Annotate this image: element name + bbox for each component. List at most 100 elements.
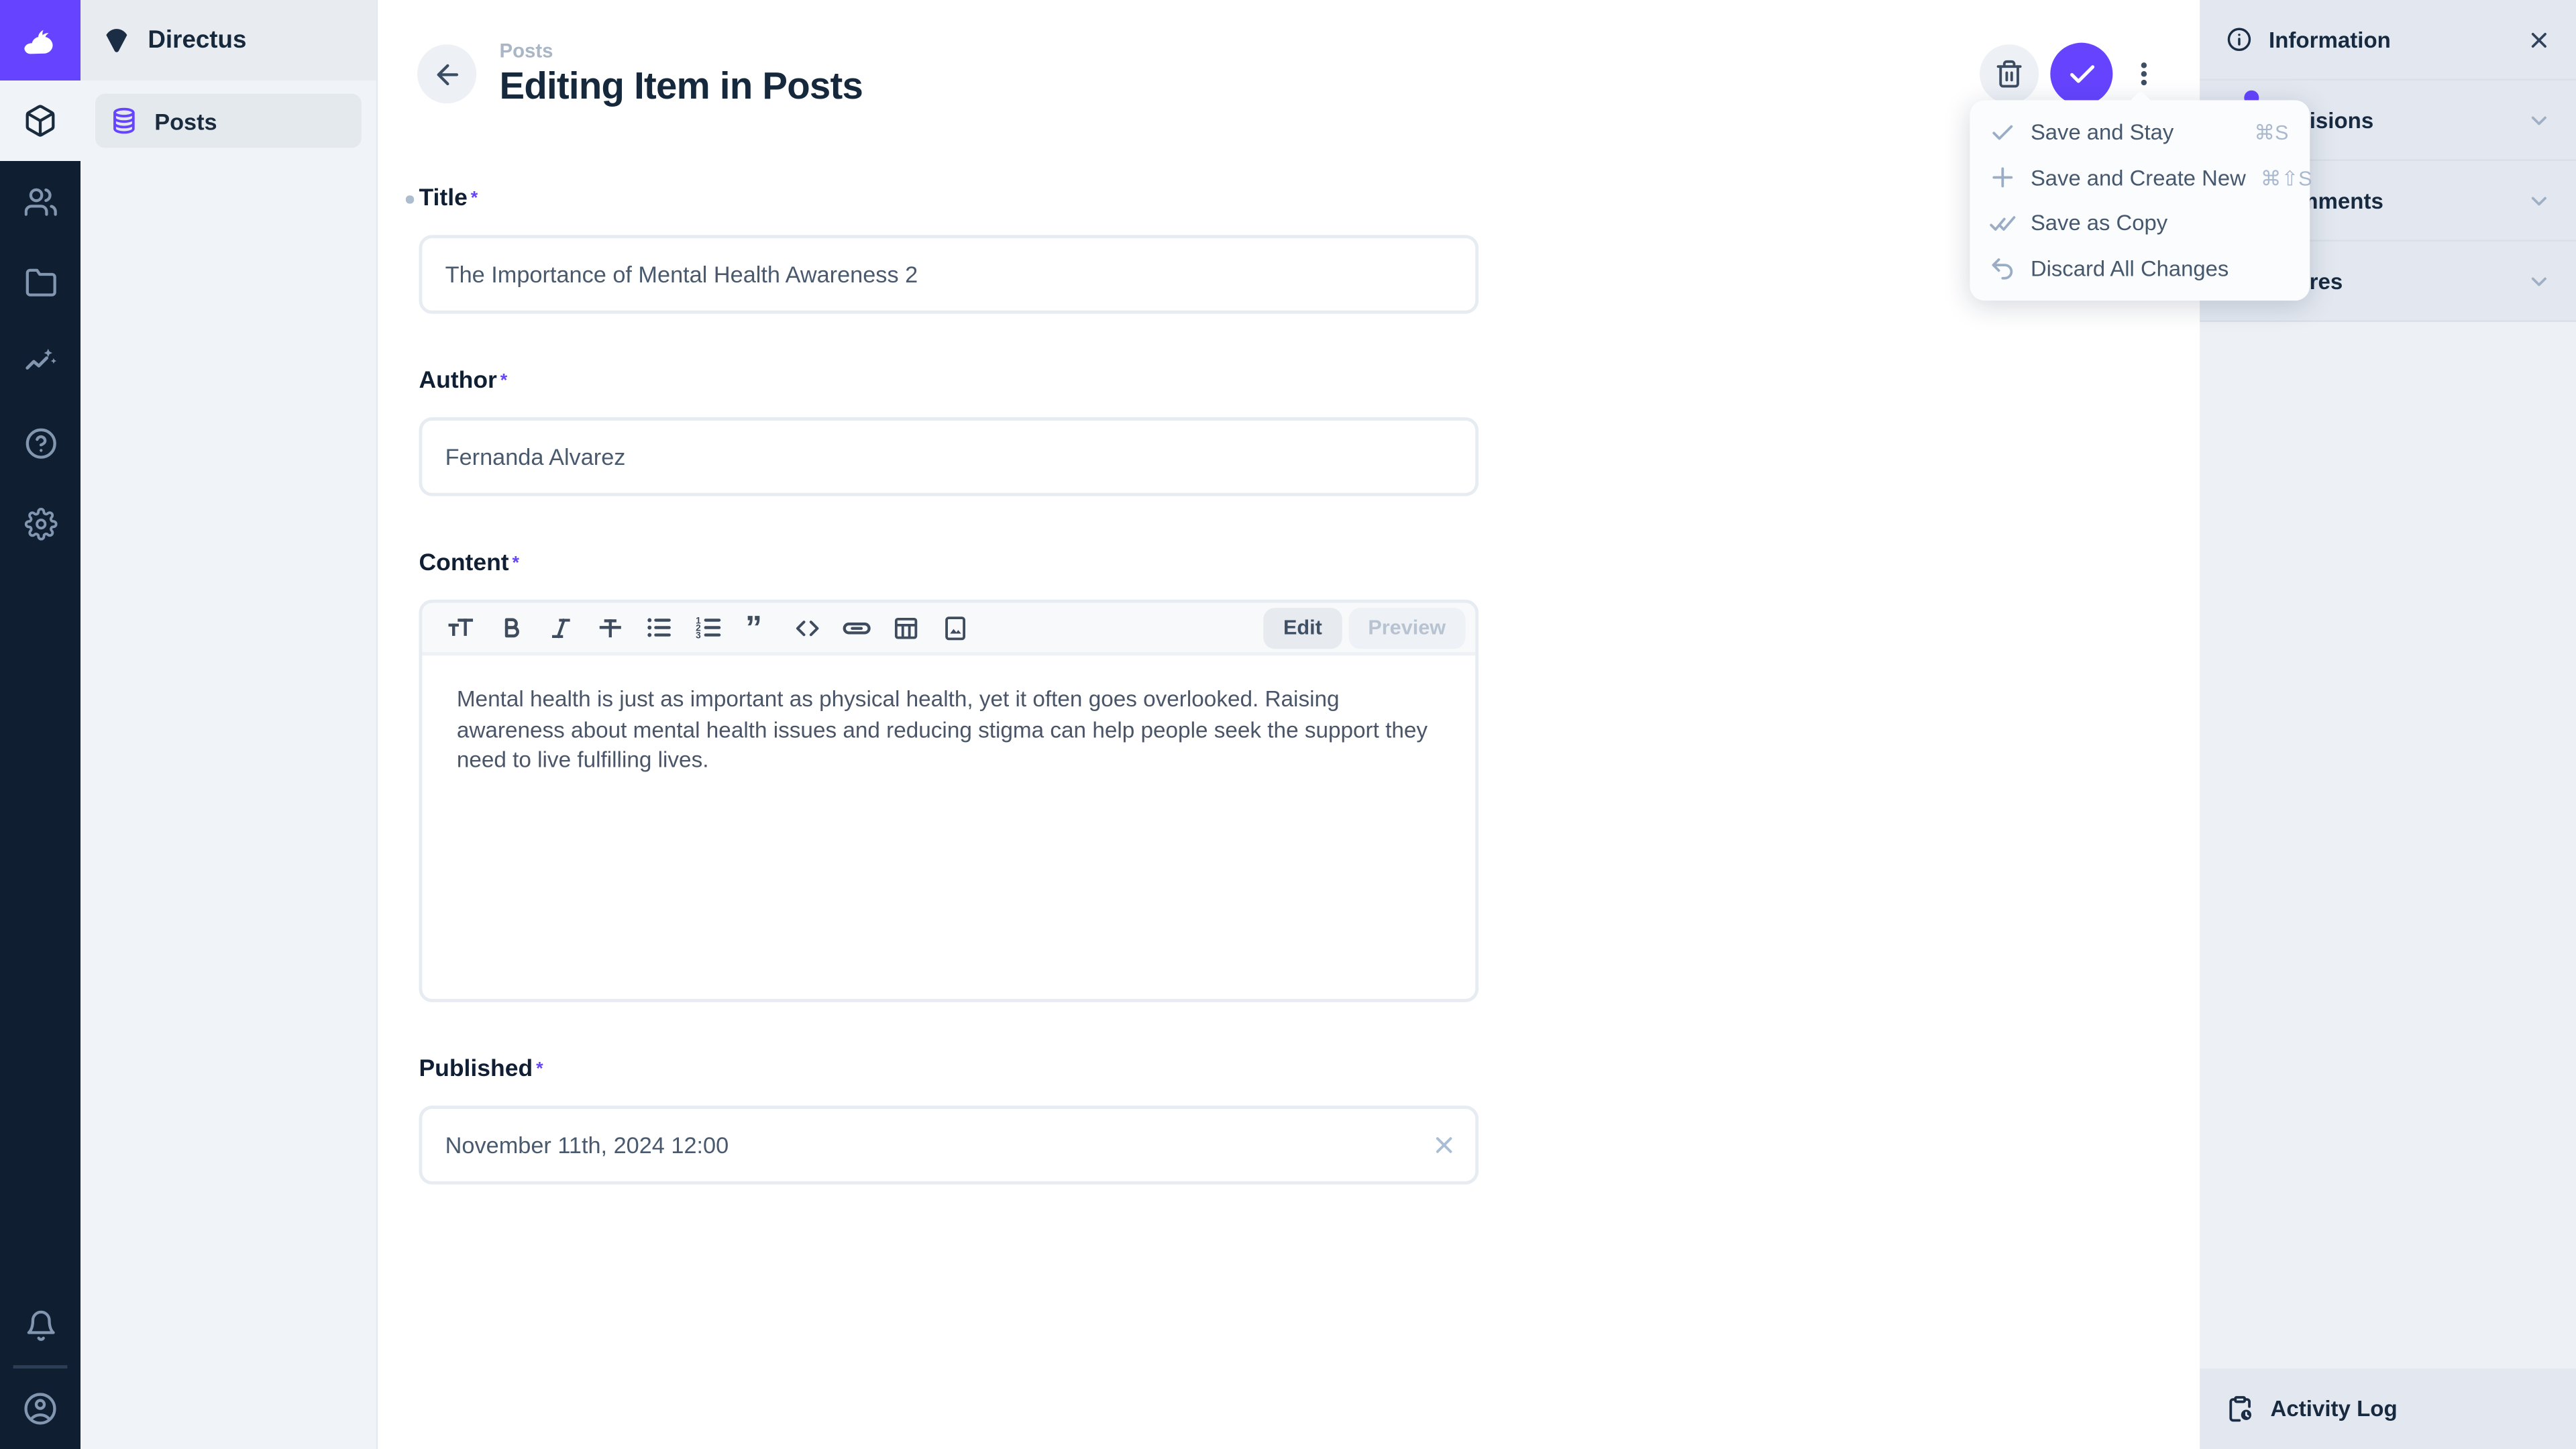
table-icon bbox=[892, 614, 920, 642]
svg-text:”: ” bbox=[745, 612, 761, 644]
nav-body: Posts bbox=[80, 80, 376, 161]
field-title: Title* bbox=[419, 183, 1479, 315]
toolbar-table-button[interactable] bbox=[881, 604, 930, 653]
close-icon bbox=[2527, 27, 2552, 52]
double-check-icon bbox=[1990, 210, 2016, 236]
format-size-icon bbox=[447, 613, 476, 643]
numbered-list-icon: 1 2 3 bbox=[693, 613, 722, 643]
title-input-wrapper bbox=[419, 235, 1479, 315]
field-content: Content* bbox=[419, 547, 1479, 1002]
image-icon bbox=[941, 614, 969, 642]
module-bar bbox=[0, 0, 80, 1449]
plus-icon bbox=[1990, 165, 2016, 191]
sidebar-section-label: Information bbox=[2269, 27, 2391, 52]
title-block: Posts Editing Item in Posts bbox=[499, 40, 863, 107]
chevron-down-icon[interactable] bbox=[2527, 268, 2552, 293]
tab-preview[interactable]: Preview bbox=[1348, 608, 1466, 649]
project-fan-icon bbox=[100, 24, 133, 57]
module-content-button[interactable] bbox=[0, 80, 80, 161]
nav-item-label: Posts bbox=[154, 107, 217, 133]
clipboard-clock-icon bbox=[2226, 1395, 2254, 1423]
project-header[interactable]: Directus bbox=[80, 0, 376, 80]
help-icon bbox=[24, 427, 57, 460]
tab-edit[interactable]: Edit bbox=[1264, 608, 1342, 649]
arrow-left-icon bbox=[431, 58, 463, 90]
back-button[interactable] bbox=[417, 44, 476, 103]
toolbar-numbered-list-button[interactable]: 1 2 3 bbox=[684, 604, 733, 653]
directus-app: Directus Posts bbox=[0, 0, 2576, 1449]
chevron-down-icon[interactable] bbox=[2527, 107, 2552, 132]
undo-icon bbox=[1990, 255, 2016, 281]
author-input[interactable] bbox=[445, 444, 1452, 470]
module-files-button[interactable] bbox=[0, 241, 80, 322]
toolbar-link-button[interactable] bbox=[831, 604, 880, 653]
rabbit-logo-icon bbox=[19, 19, 62, 62]
activity-log-label: Activity Log bbox=[2270, 1397, 2397, 1421]
insights-icon bbox=[23, 345, 57, 379]
user-circle-icon bbox=[23, 1391, 57, 1426]
toolbar-image-button[interactable] bbox=[930, 604, 979, 653]
nav-item-posts[interactable]: Posts bbox=[95, 94, 362, 148]
module-bar-spacer bbox=[0, 564, 80, 1285]
bold-icon bbox=[497, 614, 525, 642]
save-button[interactable] bbox=[2050, 43, 2112, 105]
activity-log-button[interactable]: Activity Log bbox=[2200, 1368, 2576, 1449]
editor-toolbar: 1 2 3 ” bbox=[422, 604, 1475, 656]
menu-item-discard-all-changes[interactable]: Discard All Changes bbox=[1970, 246, 2310, 290]
module-help-button[interactable] bbox=[0, 402, 80, 483]
module-users-button[interactable] bbox=[0, 161, 80, 241]
trash-icon bbox=[1994, 59, 2024, 89]
bell-icon bbox=[24, 1309, 57, 1342]
dots-vertical-icon bbox=[2129, 59, 2159, 89]
delete-button[interactable] bbox=[1980, 44, 2039, 103]
toolbar-blockquote-button[interactable]: ” bbox=[733, 604, 782, 653]
menu-item-label: Save and Create New bbox=[2031, 166, 2246, 191]
menu-item-label: Save as Copy bbox=[2031, 211, 2167, 235]
bullet-list-icon bbox=[644, 613, 674, 643]
toolbar-bold-button[interactable] bbox=[486, 604, 535, 653]
chevron-down-icon[interactable] bbox=[2527, 188, 2552, 213]
field-published: Published* bbox=[419, 1054, 1479, 1185]
check-icon bbox=[2066, 58, 2098, 90]
field-published-label: Published* bbox=[419, 1054, 543, 1087]
field-title-label: Title* bbox=[419, 183, 478, 216]
menu-item-save-and-stay[interactable]: Save and Stay ⌘S bbox=[1970, 110, 2310, 155]
account-button[interactable] bbox=[0, 1368, 80, 1449]
field-author: Author* bbox=[419, 365, 1479, 496]
italic-icon bbox=[546, 614, 574, 642]
check-icon bbox=[1990, 119, 2016, 146]
module-insights-button[interactable] bbox=[0, 322, 80, 402]
required-asterisk: * bbox=[513, 554, 519, 574]
clear-date-button[interactable] bbox=[1431, 1132, 1457, 1159]
notifications-button[interactable] bbox=[0, 1285, 80, 1365]
directus-logo-button[interactable] bbox=[0, 0, 80, 80]
published-input[interactable] bbox=[445, 1132, 1452, 1159]
toolbar-bullet-list-button[interactable] bbox=[634, 604, 683, 653]
toolbar-format-size-button[interactable] bbox=[437, 604, 486, 653]
gear-icon bbox=[24, 507, 57, 540]
field-author-label: Author* bbox=[419, 365, 507, 398]
content-textarea[interactable]: Mental health is just as important as ph… bbox=[422, 656, 1475, 1000]
strikethrough-icon bbox=[596, 614, 624, 642]
title-input[interactable] bbox=[445, 262, 1452, 288]
required-asterisk: * bbox=[500, 372, 507, 391]
breadcrumb[interactable]: Posts bbox=[499, 40, 553, 62]
toolbar-strikethrough-button[interactable] bbox=[585, 604, 634, 653]
menu-item-save-and-create-new[interactable]: Save and Create New ⌘⇧S bbox=[1970, 155, 2310, 200]
folder-icon bbox=[24, 266, 57, 299]
toolbar-italic-button[interactable] bbox=[535, 604, 584, 653]
sidebar-filler bbox=[2200, 322, 2576, 1368]
menu-item-save-as-copy[interactable]: Save as Copy bbox=[1970, 201, 2310, 246]
module-settings-button[interactable] bbox=[0, 483, 80, 564]
field-content-label: Content* bbox=[419, 547, 519, 580]
close-sidebar-button[interactable] bbox=[2527, 27, 2552, 52]
link-icon bbox=[841, 612, 872, 644]
info-icon bbox=[2226, 26, 2252, 52]
blockquote-icon: ” bbox=[742, 612, 773, 644]
project-name: Directus bbox=[148, 26, 246, 54]
item-form: Title* Author* Content* bbox=[419, 183, 1479, 1185]
sidebar-section-information[interactable]: Information bbox=[2200, 0, 2576, 80]
nav-sidebar: Directus Posts bbox=[80, 0, 378, 1449]
main-content: Posts Editing Item in Posts bbox=[378, 0, 2200, 1449]
toolbar-code-button[interactable] bbox=[782, 604, 831, 653]
